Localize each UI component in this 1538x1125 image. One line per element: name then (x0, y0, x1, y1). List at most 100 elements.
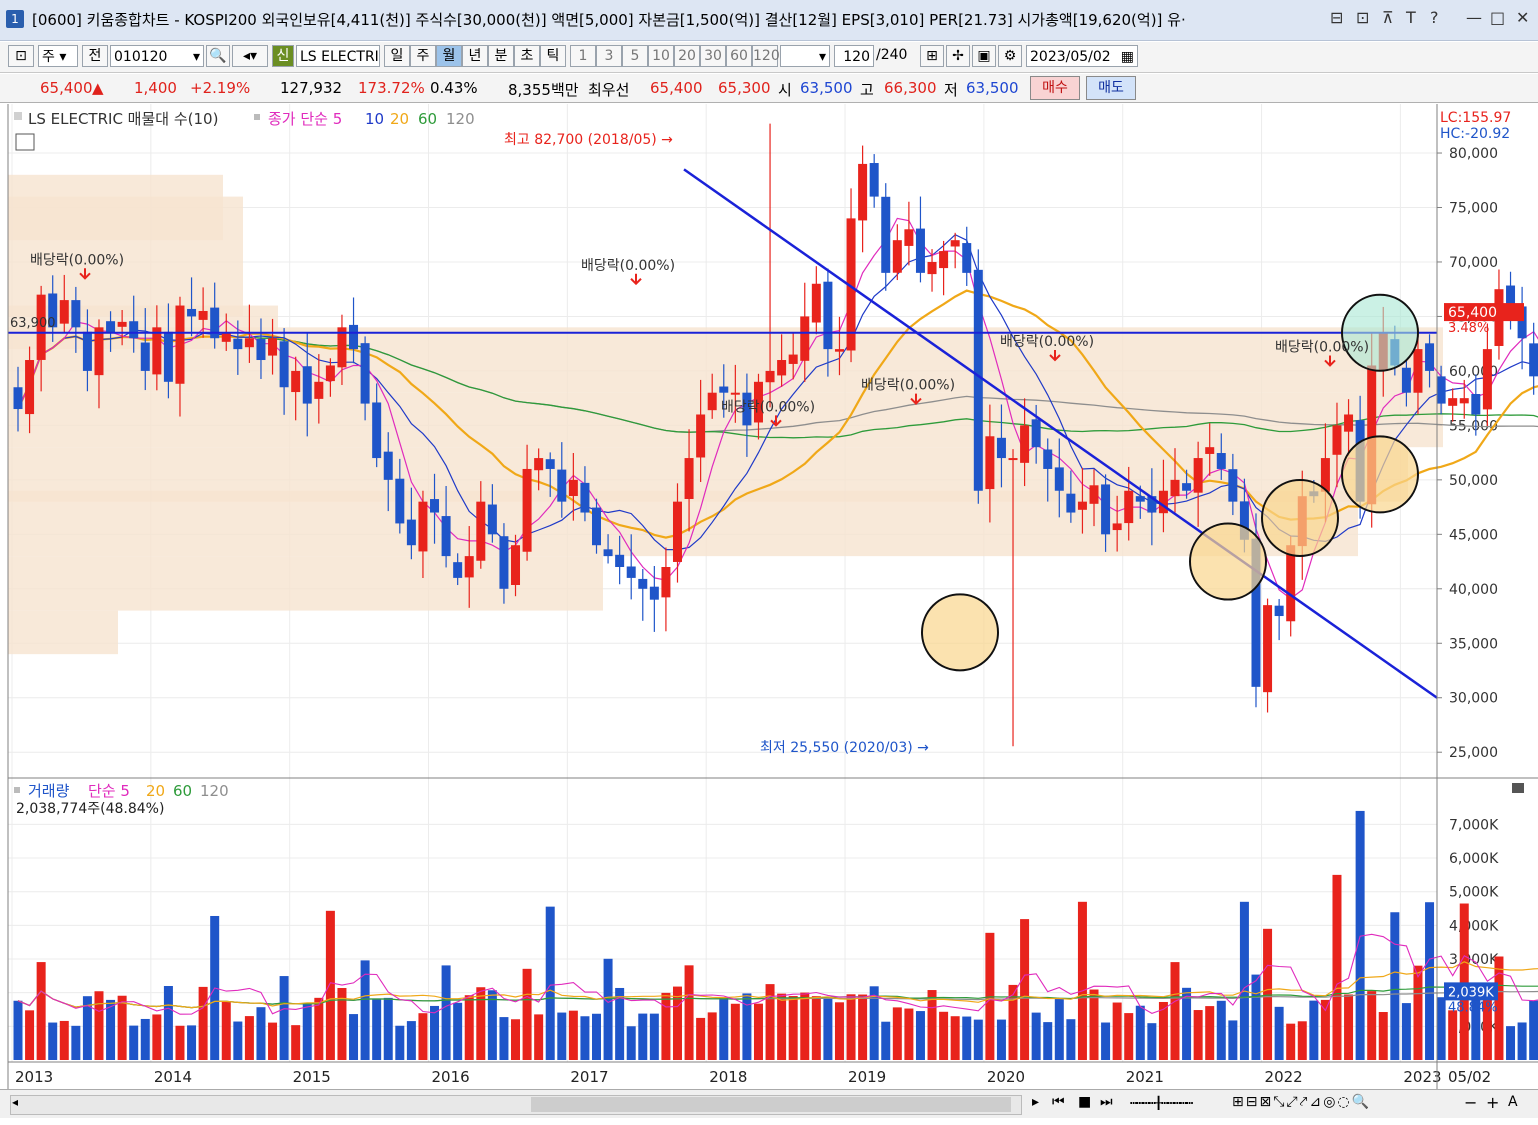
window-option-2-icon[interactable]: ⊡ (1356, 8, 1369, 27)
period-tick-tab[interactable]: 틱 (540, 45, 566, 67)
text-tool-icon[interactable]: A (1508, 1094, 1518, 1110)
volume-current-label: 2,038,774주(48.84%) (16, 801, 164, 817)
volume-bar (881, 1021, 891, 1060)
period-month-tab[interactable]: 월 (436, 45, 462, 67)
scroll-right-icon[interactable]: ▸ (1032, 1094, 1039, 1110)
sell-button[interactable]: 매도 (1086, 76, 1136, 100)
interval-custom-select[interactable]: ▾ (780, 45, 830, 67)
close-icon[interactable]: ✕ (1516, 8, 1529, 27)
volume-bar (406, 1021, 416, 1060)
volume-bar (476, 987, 486, 1060)
candle-body (719, 386, 729, 393)
period-day-tab[interactable]: 일 (384, 45, 410, 67)
stop-icon[interactable]: ■ (1078, 1094, 1091, 1110)
period-minute-tab[interactable]: 분 (488, 45, 514, 67)
x-tick-label: 2019 (848, 1068, 886, 1086)
scroll-left-icon[interactable]: ◂ (12, 1095, 18, 1109)
sound-icon[interactable]: ◂▾ (232, 45, 268, 67)
search-icon[interactable]: 🔍 (206, 45, 230, 67)
time-scrollbar[interactable] (10, 1095, 1022, 1115)
candle-body (1529, 343, 1538, 377)
candle-body (1170, 479, 1180, 497)
volume-bar (1378, 1012, 1388, 1060)
volume-bar (117, 995, 127, 1060)
candle-body (71, 300, 81, 328)
date-input[interactable]: 2023/05/02 ▦ (1026, 45, 1138, 67)
candle-body (927, 261, 937, 275)
help-icon[interactable]: ? (1430, 8, 1439, 27)
interval-3[interactable]: 3 (596, 45, 622, 67)
volume-bar (13, 1000, 23, 1060)
interval-20[interactable]: 20 (674, 45, 700, 67)
market-select[interactable]: 주 ▾ (38, 45, 78, 67)
chart-area[interactable]: 25,000 30,000 35,000 40,000 45,000 50,000 55,0… (0, 104, 1538, 1089)
volume-bar (1413, 965, 1423, 1060)
candle-body (557, 469, 567, 502)
period-second-tab[interactable]: 초 (514, 45, 540, 67)
candle-body (430, 499, 440, 513)
candle-body (1274, 605, 1284, 617)
candle-body (511, 545, 521, 585)
crosshair-icon[interactable]: ✢ (946, 45, 970, 67)
candle-body (950, 240, 960, 247)
table-icon[interactable] (15, 133, 35, 151)
prev-button[interactable]: 전 (82, 45, 108, 67)
candle-body (996, 437, 1006, 459)
volume-bar (672, 986, 682, 1060)
candle-body (106, 321, 116, 333)
bar-count-input[interactable]: 120 (834, 45, 874, 67)
rewind-icon[interactable]: ⏮ (1052, 1094, 1065, 1110)
volume-bar (36, 962, 46, 1060)
volume-bar (950, 1016, 960, 1060)
pin-icon[interactable]: ⊼ (1382, 8, 1394, 27)
candle-body (256, 339, 266, 361)
price-volume-chart[interactable]: 25,00030,00035,00040,00045,00050,00055,0… (0, 104, 1538, 1089)
volume-bar (1043, 1022, 1053, 1060)
zoom-in-icon[interactable]: + (1486, 1093, 1499, 1112)
interval-10[interactable]: 10 (648, 45, 674, 67)
volume-bar (892, 1007, 902, 1060)
volume-bar (834, 1002, 844, 1060)
candle-body (1344, 414, 1354, 432)
zoom-out-icon[interactable]: − (1464, 1093, 1477, 1112)
circle-2020 (921, 593, 999, 672)
scroll-thumb[interactable] (531, 1097, 1011, 1112)
volume-bar (268, 1022, 278, 1060)
period-year-tab[interactable]: 년 (462, 45, 488, 67)
current-price: 65,400 (40, 79, 93, 97)
interval-60[interactable]: 60 (726, 45, 752, 67)
buy-button[interactable]: 매수 (1030, 76, 1080, 100)
low-label: 최저 25,550 (2020/03) → (760, 740, 929, 756)
volume-bar (869, 986, 879, 1060)
volume-bar (545, 906, 555, 1060)
gear-icon[interactable]: ⚙ (998, 45, 1022, 67)
candle-body (1216, 453, 1226, 469)
interval-1[interactable]: 1 (570, 45, 596, 67)
interval-120[interactable]: 120 (752, 45, 780, 67)
volume-bar (291, 1025, 301, 1060)
left-level-label: 63,900 (10, 316, 56, 331)
volume-bar (395, 1025, 405, 1060)
zoom-slider[interactable]: ┅┅┅┅╂┅┅┅┅┅ (1130, 1096, 1193, 1110)
interval-30[interactable]: 30 (700, 45, 726, 67)
play-icon[interactable]: ⏭ (1100, 1094, 1113, 1110)
font-icon[interactable]: T (1406, 8, 1416, 27)
stock-code-input[interactable]: 010120 ▾ (110, 45, 204, 67)
vol-ma5-legend: 단순 5 (88, 782, 130, 800)
save-icon[interactable]: ▣ (972, 45, 996, 67)
candle-body (383, 451, 393, 480)
minimize-icon[interactable]: — (1466, 8, 1482, 27)
interval-5[interactable]: 5 (622, 45, 648, 67)
legend-toggle-icon[interactable] (14, 112, 22, 120)
tool-icons[interactable]: ⊞⊟⊠⤡⤢⤤⊿◎◌🔍 (1232, 1094, 1371, 1110)
layout-icon[interactable]: ⊡ (8, 45, 34, 67)
volume-bar (430, 1005, 440, 1060)
maximize-icon[interactable]: □ (1490, 8, 1505, 27)
ma60-legend: 60 (418, 110, 437, 128)
window-option-1-icon[interactable]: ⊟ (1330, 8, 1343, 27)
period-week-tab[interactable]: 주 (410, 45, 436, 67)
candle-body (25, 360, 35, 415)
candle-icon[interactable]: ⊞ (920, 45, 944, 67)
candle-body (534, 458, 544, 471)
collapse-icon[interactable] (1512, 783, 1524, 793)
